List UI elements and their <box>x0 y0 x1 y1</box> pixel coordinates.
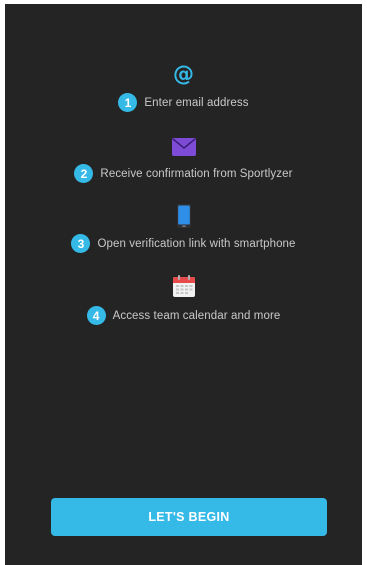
step-2-text: Receive confirmation from Sportlyzer <box>100 167 293 180</box>
smartphone-icon <box>176 204 191 233</box>
at-icon: @ <box>173 62 194 86</box>
step-4-text: Access team calendar and more <box>112 309 281 322</box>
envelope-icon <box>171 138 196 161</box>
step-3-number-badge: 3 <box>71 234 91 253</box>
step-4-number-badge: 4 <box>86 306 106 325</box>
step-1-number-badge: 1 <box>118 93 138 112</box>
step-3-text: Open verification link with smartphone <box>97 237 296 250</box>
step-2-number-badge: 2 <box>74 164 94 183</box>
step-1-text: Enter email address <box>144 96 249 109</box>
step-1-line: 1 Enter email address <box>5 93 362 112</box>
step-3-line: 3 Open verification link with smartphone <box>5 234 362 253</box>
step-2-line: 2 Receive confirmation from Sportlyzer <box>5 164 362 183</box>
step-4-line: 4 Access team calendar and more <box>5 306 362 325</box>
lets-begin-button[interactable]: LET'S BEGIN <box>51 498 327 536</box>
calendar-icon <box>172 274 196 303</box>
onboarding-screen: @ 1 Enter email address 2 Receive confir… <box>5 4 362 565</box>
